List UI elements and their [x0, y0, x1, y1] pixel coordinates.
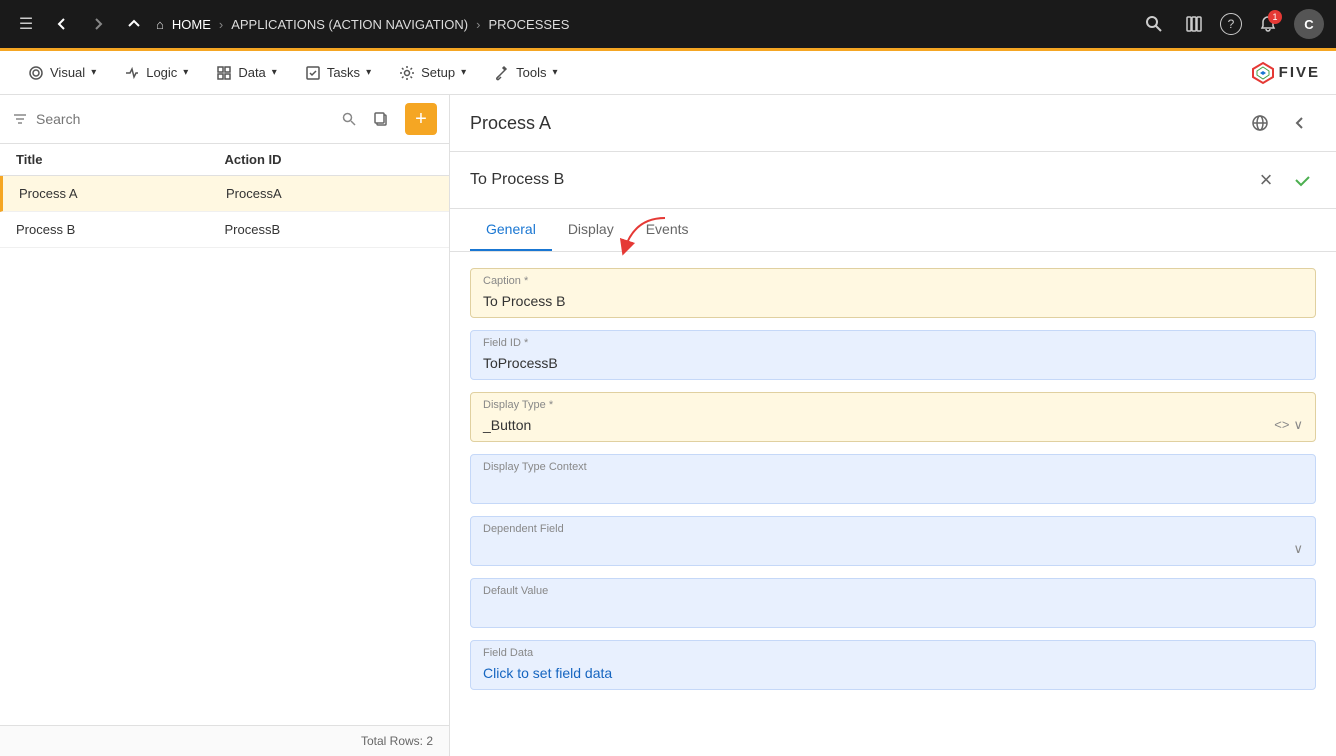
search-icon[interactable]: [341, 111, 357, 127]
processes-label[interactable]: PROCESSES: [488, 17, 569, 32]
form-fields: Caption * To Process B Field ID * ToProc…: [450, 252, 1336, 706]
field-display-type-value: _Button <> ∨: [471, 413, 1315, 441]
nav-visual[interactable]: Visual ▾: [16, 59, 108, 87]
back-arrow-button[interactable]: [1284, 107, 1316, 139]
help-icon[interactable]: ?: [1220, 13, 1242, 35]
field-display-type-label: Display Type *: [471, 393, 1315, 413]
forward-button[interactable]: [84, 10, 112, 38]
form-panel-actions: ×: [1252, 166, 1316, 194]
back-button[interactable]: [48, 10, 76, 38]
notification-icon[interactable]: 1: [1254, 10, 1282, 38]
filter-icon: [12, 111, 28, 127]
nav-tasks[interactable]: Tasks ▾: [293, 59, 383, 87]
sidebar-row-process-a[interactable]: Process A ProcessA: [0, 176, 449, 212]
breadcrumb-sep1: ›: [219, 17, 223, 32]
breadcrumb-sep2: ›: [476, 17, 480, 32]
books-icon[interactable]: [1180, 10, 1208, 38]
field-data[interactable]: Field Data Click to set field data: [470, 640, 1316, 690]
row-action-id: ProcessA: [226, 186, 433, 201]
field-data-value: Click to set field data: [471, 661, 1315, 689]
secondary-nav: Visual ▾ Logic ▾ Data ▾ Tasks ▾ Setup ▾ …: [0, 51, 1336, 95]
home-icon: ⌂: [156, 17, 164, 32]
add-button[interactable]: +: [405, 103, 437, 135]
avatar[interactable]: C: [1294, 9, 1324, 39]
search-input[interactable]: [36, 111, 333, 127]
dropdown-icon[interactable]: ∨: [1293, 541, 1303, 557]
field-data-label: Field Data: [471, 641, 1315, 661]
form-panel-header: To Process B ×: [450, 152, 1336, 209]
field-id: Field ID * ToProcessB: [470, 330, 1316, 380]
field-dependent[interactable]: Dependent Field _ ∨: [470, 516, 1316, 566]
tab-events[interactable]: Events: [630, 209, 705, 251]
app-label[interactable]: APPLICATIONS (ACTION NAVIGATION): [231, 17, 468, 32]
close-button[interactable]: ×: [1252, 166, 1280, 194]
field-caption: Caption * To Process B: [470, 268, 1316, 318]
field-display-type-context-value: _: [471, 475, 1315, 503]
form-panel: To Process B × General Display Events: [450, 152, 1336, 756]
breadcrumb: ⌂ HOME › APPLICATIONS (ACTION NAVIGATION…: [156, 17, 1132, 32]
field-default-value[interactable]: Default Value _: [470, 578, 1316, 628]
field-id-value: ToProcessB: [471, 351, 1315, 379]
field-default-value-label: Default Value: [471, 579, 1315, 599]
content-area: Process A To Process B ×: [450, 95, 1336, 756]
field-id-label: Field ID *: [471, 331, 1315, 351]
copy-button[interactable]: [365, 103, 397, 135]
field-dependent-label: Dependent Field: [471, 517, 1315, 537]
nav-setup[interactable]: Setup ▾: [387, 59, 478, 87]
content-header-actions: [1244, 107, 1316, 139]
tabs: General Display Events: [450, 209, 1336, 252]
field-dependent-value: _ ∨: [471, 537, 1315, 565]
menu-icon[interactable]: ☰: [12, 10, 40, 38]
row-action-id: ProcessB: [225, 222, 434, 237]
sidebar: + Title Action ID Process A ProcessA Pro…: [0, 95, 450, 756]
plus-icon: +: [415, 109, 427, 129]
nav-tools[interactable]: Tools ▾: [482, 59, 569, 87]
sidebar-table-header: Title Action ID: [0, 144, 449, 176]
form-panel-title: To Process B: [470, 171, 564, 189]
code-icon[interactable]: <>: [1274, 417, 1289, 433]
nav-data[interactable]: Data ▾: [204, 59, 289, 87]
content-title: Process A: [470, 113, 551, 134]
field-caption-label: Caption *: [471, 269, 1315, 289]
up-button[interactable]: [120, 10, 148, 38]
row-title: Process A: [19, 186, 226, 201]
main-layout: + Title Action ID Process A ProcessA Pro…: [0, 95, 1336, 756]
sidebar-search-bar: +: [0, 95, 449, 144]
field-caption-value: To Process B: [471, 289, 1315, 317]
sidebar-row-process-b[interactable]: Process B ProcessB: [0, 212, 449, 248]
home-label[interactable]: HOME: [172, 17, 211, 32]
dependent-icons: ∨: [1293, 541, 1303, 557]
globe-button[interactable]: [1244, 107, 1276, 139]
col-title: Title: [16, 152, 225, 167]
field-default-value-value: _: [471, 599, 1315, 627]
tab-display[interactable]: Display: [552, 209, 630, 251]
five-logo: FIVE: [1251, 61, 1320, 85]
search-icon[interactable]: [1140, 10, 1168, 38]
field-display-type-context-label: Display Type Context: [471, 455, 1315, 475]
tab-general[interactable]: General: [470, 209, 552, 251]
field-display-type[interactable]: Display Type * _Button <> ∨: [470, 392, 1316, 442]
field-display-type-context[interactable]: Display Type Context _: [470, 454, 1316, 504]
sidebar-footer: Total Rows: 2: [0, 725, 449, 756]
top-nav-right: ? 1 C: [1140, 9, 1324, 39]
top-nav: ☰ ⌂ HOME › APPLICATIONS (ACTION NAVIGATI…: [0, 0, 1336, 48]
row-title: Process B: [16, 222, 225, 237]
sidebar-rows: Process A ProcessA Process B ProcessB: [0, 176, 449, 725]
nav-logic[interactable]: Logic ▾: [112, 59, 200, 87]
display-type-icons: <> ∨: [1274, 417, 1303, 433]
notification-count: 1: [1268, 10, 1282, 24]
content-header: Process A: [450, 95, 1336, 152]
chevron-down-icon[interactable]: ∨: [1293, 417, 1303, 433]
confirm-button[interactable]: [1288, 166, 1316, 194]
col-action-id: Action ID: [225, 152, 434, 167]
total-rows-label: Total Rows: 2: [361, 734, 433, 748]
